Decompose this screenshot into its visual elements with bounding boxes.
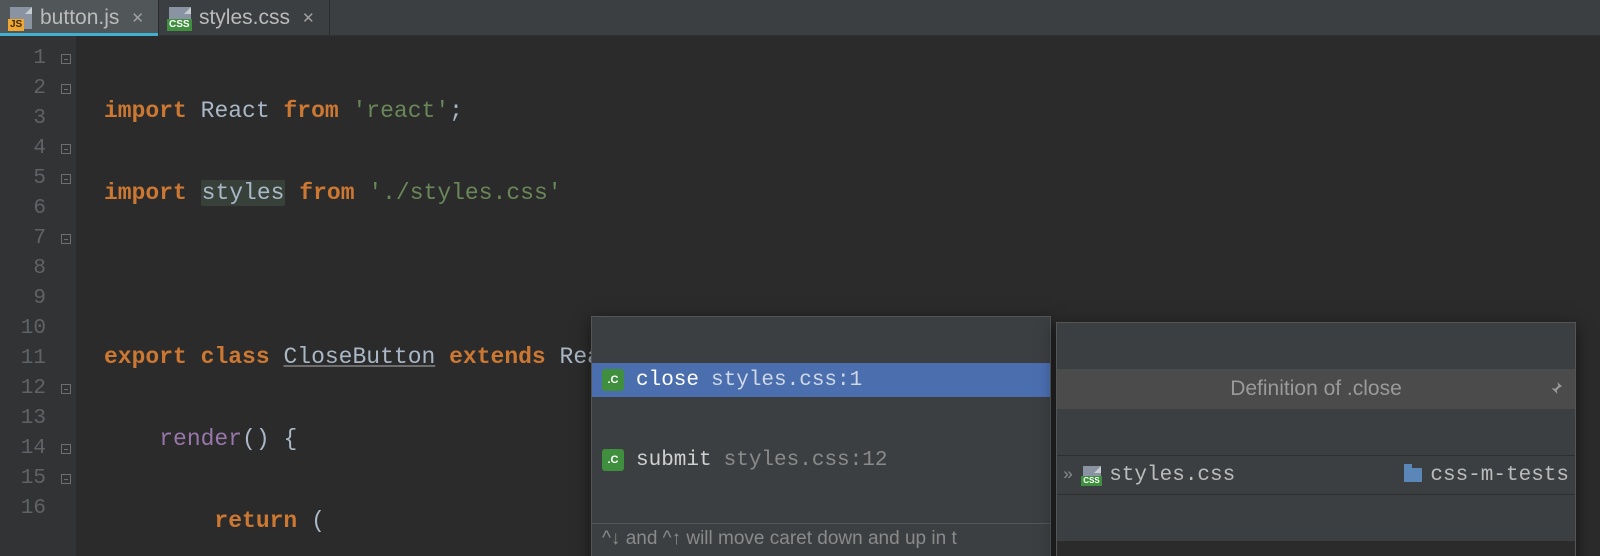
- identifier: React: [201, 98, 270, 124]
- fold-toggle-icon[interactable]: [61, 384, 71, 394]
- line-number[interactable]: 12: [0, 374, 56, 404]
- line-number[interactable]: 3: [0, 104, 56, 134]
- line-number[interactable]: 6: [0, 194, 56, 224]
- line-number[interactable]: 16: [0, 494, 56, 524]
- keyword: export: [104, 344, 187, 370]
- pin-icon[interactable]: [1547, 379, 1565, 397]
- code-area[interactable]: import React from 'react'; import styles…: [76, 36, 1600, 556]
- autocomplete-name: submit: [636, 449, 712, 472]
- definition-title: Definition of .close: [1230, 377, 1402, 401]
- js-file-icon: JS: [10, 7, 32, 29]
- line-number[interactable]: 10: [0, 314, 56, 344]
- fold-toggle-icon[interactable]: [61, 234, 71, 244]
- autocomplete-location: styles.css:1: [711, 369, 862, 392]
- punct: (): [242, 426, 270, 452]
- folder-icon: [1404, 468, 1422, 482]
- close-icon[interactable]: ✕: [131, 9, 144, 27]
- line-number[interactable]: 13: [0, 404, 56, 434]
- css-class-icon: .C: [602, 449, 624, 471]
- keyword: from: [299, 180, 354, 206]
- line-number[interactable]: 8: [0, 254, 56, 284]
- autocomplete-item[interactable]: .C submit styles.css:12: [592, 443, 1050, 477]
- keyword: from: [283, 98, 338, 124]
- keyword: return: [214, 508, 297, 534]
- method: render: [159, 426, 242, 452]
- definition-popup: Definition of .close » CSS styles.css cs…: [1056, 322, 1576, 556]
- css-file-icon: CSS: [1083, 466, 1101, 484]
- fold-column: [56, 36, 76, 556]
- fold-toggle-icon[interactable]: [61, 144, 71, 154]
- tab-styles-css[interactable]: CSS styles.css ✕: [159, 0, 330, 35]
- autocomplete-popup: .C close styles.css:1 .C submit styles.c…: [591, 316, 1051, 556]
- editor: 1 2 3 4 5 6 7 8 9 10 11 12 13 14 15 16 i…: [0, 36, 1600, 556]
- definition-project-crumb[interactable]: css-m-tests: [1404, 464, 1569, 487]
- crumb-label: css-m-tests: [1430, 464, 1569, 487]
- line-number[interactable]: 2: [0, 74, 56, 104]
- line-number[interactable]: 1: [0, 44, 56, 74]
- fold-toggle-icon[interactable]: [61, 474, 71, 484]
- autocomplete-item[interactable]: .C close styles.css:1: [592, 363, 1050, 397]
- autocomplete-hint: ^↓ and ^↑ will move caret down and up in…: [592, 523, 1050, 556]
- tab-label: styles.css: [199, 6, 290, 30]
- keyword: import: [104, 180, 187, 206]
- css-class-icon: .C: [602, 369, 624, 391]
- line-number[interactable]: 5: [0, 164, 56, 194]
- fold-toggle-icon[interactable]: [61, 54, 71, 64]
- fold-toggle-icon[interactable]: [61, 84, 71, 94]
- definition-file-crumb[interactable]: CSS styles.css: [1083, 464, 1235, 487]
- string: 'react': [353, 98, 450, 124]
- line-number[interactable]: 15: [0, 464, 56, 494]
- tab-button-js[interactable]: JS button.js ✕: [0, 0, 159, 35]
- class-name: CloseButton: [283, 344, 435, 370]
- keyword: import: [104, 98, 187, 124]
- keyword: extends: [449, 344, 546, 370]
- line-number[interactable]: 9: [0, 284, 56, 314]
- definition-code[interactable]: .close { position: absolute; right: 0; t…: [1057, 541, 1575, 556]
- punct: {: [283, 426, 297, 452]
- keyword: class: [201, 344, 270, 370]
- identifier: styles: [201, 180, 286, 206]
- fold-toggle-icon[interactable]: [61, 174, 71, 184]
- chevron-right-icon[interactable]: »: [1063, 466, 1073, 485]
- autocomplete-location: styles.css:12: [724, 449, 888, 472]
- definition-title-bar[interactable]: Definition of .close: [1057, 369, 1575, 409]
- tab-bar: JS button.js ✕ CSS styles.css ✕: [0, 0, 1600, 36]
- crumb-label: styles.css: [1109, 464, 1235, 487]
- string: './styles.css': [368, 180, 561, 206]
- tab-label: button.js: [40, 6, 119, 30]
- definition-breadcrumb: » CSS styles.css css-m-tests: [1057, 455, 1575, 495]
- punct: ;: [449, 98, 463, 124]
- line-number[interactable]: 11: [0, 344, 56, 374]
- line-number[interactable]: 7: [0, 224, 56, 254]
- css-file-icon: CSS: [169, 7, 191, 29]
- punct: (: [311, 508, 325, 534]
- fold-toggle-icon[interactable]: [61, 444, 71, 454]
- close-icon[interactable]: ✕: [302, 9, 315, 27]
- line-number[interactable]: 4: [0, 134, 56, 164]
- autocomplete-name: close: [636, 369, 699, 392]
- line-number[interactable]: 14: [0, 434, 56, 464]
- line-number-gutter: 1 2 3 4 5 6 7 8 9 10 11 12 13 14 15 16: [0, 36, 56, 556]
